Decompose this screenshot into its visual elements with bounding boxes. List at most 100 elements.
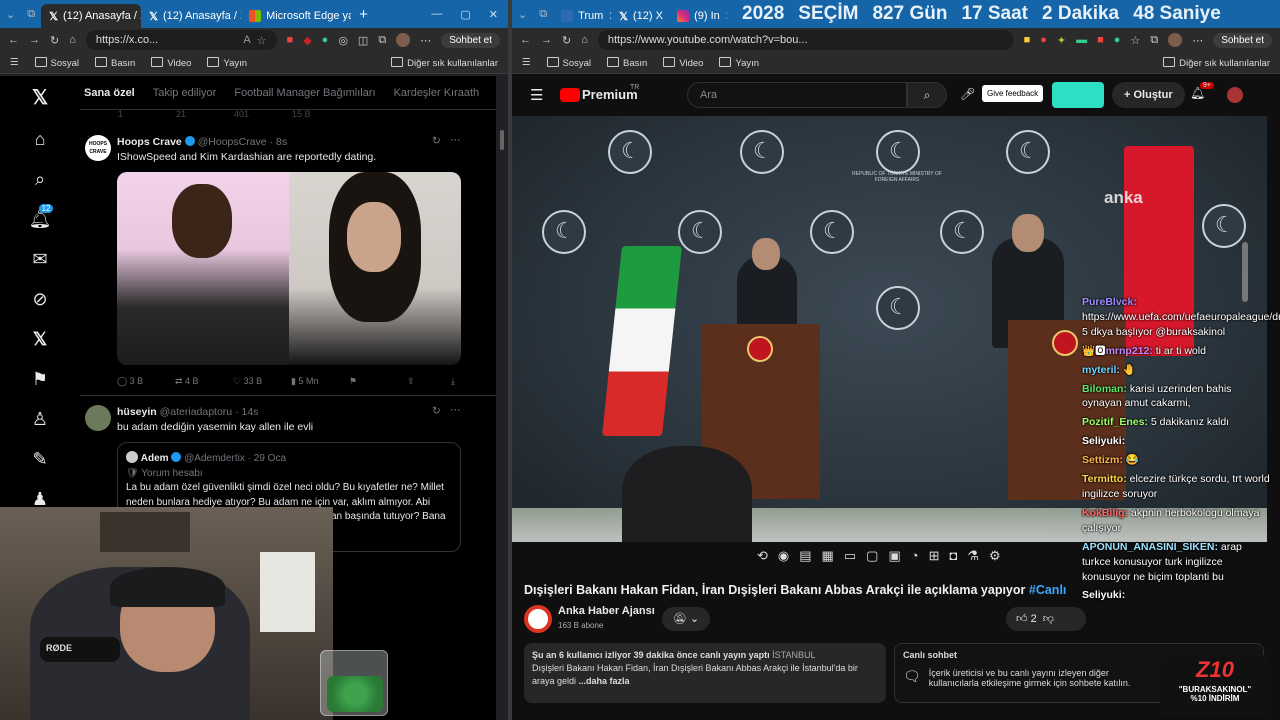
- location-tag[interactable]: İSTANBUL: [772, 650, 815, 660]
- favorite-folder[interactable]: Sosyal: [547, 57, 592, 69]
- author-name[interactable]: hüseyin: [117, 406, 157, 418]
- favorite-folder[interactable]: Basın: [95, 57, 135, 69]
- profile-avatar[interactable]: [396, 33, 411, 47]
- extension-icon[interactable]: ■: [1097, 34, 1104, 46]
- loop-icon[interactable]: ⟲: [757, 548, 768, 564]
- maximize-icon[interactable]: ▢: [460, 8, 470, 21]
- more-menu-icon[interactable]: ⋯: [1192, 34, 1203, 47]
- reply-button[interactable]: ◯ 3 B: [117, 376, 175, 387]
- workspaces-icon[interactable]: ⧉: [533, 8, 553, 21]
- post-time[interactable]: · 14s: [235, 406, 258, 418]
- favorite-folder[interactable]: Sosyal: [35, 57, 80, 69]
- extension-button[interactable]: [1052, 82, 1104, 108]
- read-aloud-icon[interactable]: A: [243, 34, 250, 47]
- give-feedback-button[interactable]: Give feedback: [982, 85, 1044, 102]
- favorite-folder[interactable]: Video: [151, 57, 191, 69]
- forward-icon[interactable]: →: [29, 34, 40, 46]
- workspaces-icon[interactable]: ⧉: [21, 8, 41, 21]
- hashtag-link[interactable]: #Canlı: [1029, 583, 1067, 597]
- post-card[interactable]: HOOPS CRAVE Hoops Crave @HoopsCrave · 8s…: [80, 126, 496, 396]
- extension-icon[interactable]: ◎: [338, 34, 348, 47]
- views-button[interactable]: ▮ 5 Mn: [291, 376, 349, 387]
- tab-trump[interactable]: Trum ✕: [553, 4, 611, 28]
- copilot-chat-button[interactable]: Sohbet et: [441, 32, 500, 48]
- new-tab-icon[interactable]: +: [351, 6, 376, 23]
- extension-icon[interactable]: ◆: [303, 34, 311, 47]
- like-button[interactable]: 👍︎ 2 👎︎: [1006, 607, 1086, 631]
- back-icon[interactable]: ←: [8, 34, 19, 46]
- subscribed-bell-button[interactable]: 🔕︎ ⌄: [662, 607, 710, 631]
- split-screen-icon[interactable]: ◫: [358, 34, 368, 47]
- tab-x[interactable]: 𝕏 (12) X ✕: [611, 4, 669, 28]
- close-tab-icon[interactable]: ✕: [668, 9, 669, 23]
- extension-icon[interactable]: ▬: [1076, 34, 1087, 46]
- tab-actions-icon[interactable]: ⌄: [0, 8, 21, 21]
- subtitles-icon[interactable]: ▤: [799, 548, 811, 564]
- tab-x-home-1[interactable]: 𝕏 (12) Anasayfa / X ✕: [41, 4, 142, 28]
- address-bar[interactable]: https://x.co... A ☆: [85, 30, 277, 50]
- tab-instagram[interactable]: (9) In ✕: [669, 4, 727, 28]
- tab-following[interactable]: Takip ediliyor: [153, 87, 217, 99]
- minimize-icon[interactable]: —: [431, 8, 442, 21]
- create-button[interactable]: + Oluştur: [1112, 82, 1185, 108]
- favorites-menu-icon[interactable]: ☰: [522, 57, 531, 68]
- speed-icon[interactable]: ◔: [911, 548, 919, 564]
- live-icon[interactable]: ◉: [778, 548, 789, 564]
- grok-explain-icon[interactable]: ↻: [432, 135, 441, 147]
- favorite-star-icon[interactable]: ☆: [1130, 34, 1140, 47]
- favorite-folder[interactable]: Basın: [607, 57, 647, 69]
- post-image[interactable]: [117, 172, 461, 365]
- extension-icon[interactable]: ●: [1114, 34, 1121, 46]
- more-menu-icon[interactable]: ⋯: [420, 34, 431, 47]
- favorites-menu-icon[interactable]: ☰: [10, 57, 19, 68]
- huseyin-avatar[interactable]: [85, 405, 111, 431]
- extension-icon[interactable]: ✦: [1057, 34, 1066, 47]
- grok-icon[interactable]: ⊘: [32, 289, 47, 310]
- forward-icon[interactable]: →: [541, 34, 552, 46]
- profile-avatar[interactable]: [1168, 33, 1183, 47]
- share-icon[interactable]: ⇪: [407, 376, 465, 387]
- favorite-folder[interactable]: Yayın: [719, 57, 759, 69]
- search-button[interactable]: ⌕: [907, 82, 947, 108]
- copilot-chat-button[interactable]: Sohbet et: [1213, 32, 1272, 48]
- settings-gear-icon[interactable]: ⚙: [989, 548, 1001, 564]
- other-favorites[interactable]: Diğer sık kullanılanlar: [391, 57, 498, 69]
- tab-for-you[interactable]: Sana özel: [84, 87, 135, 99]
- back-icon[interactable]: ←: [520, 34, 531, 46]
- favorite-folder[interactable]: Video: [663, 57, 703, 69]
- collections-icon[interactable]: ⧉: [1150, 34, 1158, 47]
- favorite-star-icon[interactable]: ☆: [257, 34, 267, 47]
- hoops-crave-avatar[interactable]: HOOPS CRAVE: [85, 135, 111, 161]
- camera-icon[interactable]: ◘: [950, 548, 958, 564]
- post-more-icon[interactable]: ⋯: [450, 134, 461, 146]
- extension-icon[interactable]: ●: [1040, 34, 1047, 46]
- voice-search-icon[interactable]: 🎤︎: [960, 87, 975, 101]
- tab-community[interactable]: Football Manager Bağımlıları: [234, 87, 375, 99]
- refresh-icon[interactable]: ↻: [50, 34, 59, 47]
- youtube-logo-icon[interactable]: [560, 88, 580, 102]
- channel-name[interactable]: Anka Haber Ajansı: [558, 605, 655, 617]
- tab-community[interactable]: Kardeşler Kıraath: [394, 87, 480, 99]
- bookmarks-icon[interactable]: ⚑: [32, 369, 48, 390]
- close-tab-icon[interactable]: ✕: [608, 9, 611, 23]
- post-time[interactable]: · 8s: [270, 136, 288, 148]
- home-icon[interactable]: ⌂: [35, 129, 46, 150]
- search-input[interactable]: Ara: [687, 82, 907, 108]
- close-tab-icon[interactable]: ✕: [725, 9, 727, 23]
- favorite-folder[interactable]: Yayın: [207, 57, 247, 69]
- screenshot-icon[interactable]: ▭: [844, 548, 856, 564]
- communities-icon[interactable]: ✎: [32, 449, 47, 470]
- player-scrollbar[interactable]: [1242, 242, 1248, 302]
- miniplayer-icon[interactable]: ▣: [888, 548, 900, 564]
- home-icon[interactable]: ⌂: [581, 34, 588, 46]
- author-name[interactable]: Hoops Crave: [117, 136, 182, 148]
- lists-icon[interactable]: ♙: [32, 409, 48, 430]
- close-window-icon[interactable]: ✕: [489, 8, 498, 21]
- extension-icon[interactable]: ■: [1024, 34, 1031, 46]
- bookmark-icon[interactable]: ⚑: [349, 376, 407, 387]
- repost-button[interactable]: ⇄ 4 B: [175, 376, 233, 387]
- extension-icon[interactable]: ●: [322, 34, 329, 46]
- add-icon[interactable]: ⊞: [929, 548, 940, 564]
- tab-edge[interactable]: Microsoft Edge yar ✕: [241, 4, 351, 28]
- grok-explain-icon[interactable]: ↻: [432, 405, 441, 417]
